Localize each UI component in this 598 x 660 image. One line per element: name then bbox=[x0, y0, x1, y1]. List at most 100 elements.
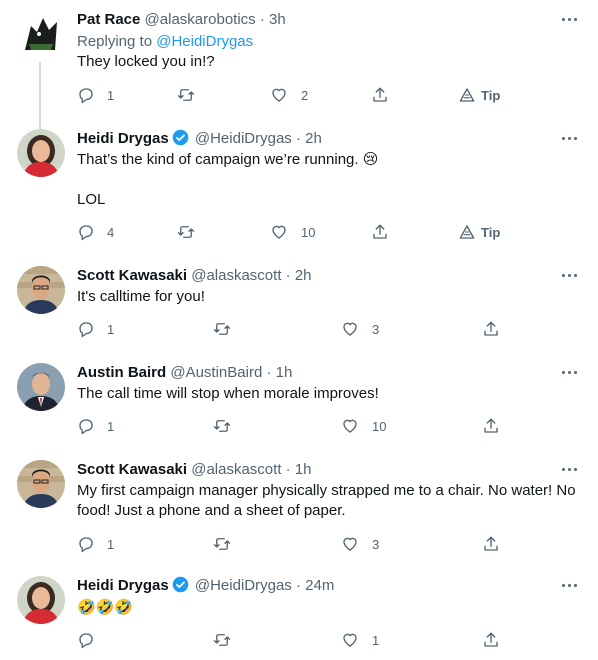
display-name[interactable]: Heidi Drygas bbox=[77, 130, 169, 147]
like-button[interactable]: 10 bbox=[269, 222, 315, 242]
avatar[interactable] bbox=[17, 266, 65, 314]
share-button[interactable] bbox=[482, 630, 500, 650]
more-options-icon[interactable] bbox=[562, 365, 580, 381]
reply-button[interactable]: 1 bbox=[77, 319, 114, 339]
retweet-icon bbox=[213, 538, 231, 550]
separator-dot: · bbox=[295, 130, 301, 147]
more-options-icon[interactable] bbox=[562, 578, 580, 594]
tweet[interactable]: Pat Race @alaskarobotics · 3h Replying t… bbox=[0, 10, 598, 142]
tweet[interactable]: Heidi Drygas @HeidiDrygas · 24m 🤣🤣🤣 1 bbox=[0, 576, 598, 660]
reply-count: 4 bbox=[107, 224, 115, 240]
reply-button[interactable] bbox=[77, 630, 107, 650]
display-name[interactable]: Heidi Drygas bbox=[77, 577, 169, 594]
user-handle[interactable]: @alaskascott bbox=[191, 461, 281, 478]
reply-count: 1 bbox=[107, 87, 115, 103]
like-button[interactable]: 10 bbox=[340, 416, 386, 436]
heart-icon bbox=[343, 322, 357, 336]
more-options-icon[interactable] bbox=[562, 268, 580, 284]
share-button[interactable] bbox=[482, 319, 500, 339]
display-name[interactable]: Austin Baird bbox=[77, 364, 166, 381]
like-count: 1 bbox=[372, 632, 380, 648]
tip-button[interactable]: Tip bbox=[459, 85, 500, 105]
like-button[interactable]: 1 bbox=[340, 630, 379, 650]
retweet-button[interactable] bbox=[212, 534, 244, 554]
avatar[interactable] bbox=[17, 10, 65, 58]
tweet-header: Heidi Drygas @HeidiDrygas · 2h bbox=[77, 129, 322, 149]
reply-icon bbox=[79, 633, 93, 649]
timestamp[interactable]: 1h bbox=[276, 364, 293, 381]
separator-dot: · bbox=[285, 461, 291, 478]
tip-icon bbox=[459, 225, 475, 239]
heart-icon bbox=[343, 537, 357, 551]
like-count: 3 bbox=[372, 321, 380, 337]
reply-icon bbox=[79, 225, 93, 241]
reply-count: 1 bbox=[107, 536, 115, 552]
replying-prefix: Replying to bbox=[77, 33, 157, 50]
verified-badge-icon bbox=[172, 129, 188, 146]
avatar[interactable] bbox=[17, 129, 65, 177]
tweet-header: Scott Kawasaki @alaskascott · 2h bbox=[77, 266, 312, 286]
retweet-button[interactable] bbox=[176, 85, 208, 105]
reply-button[interactable]: 1 bbox=[77, 534, 114, 554]
timestamp[interactable]: 1h bbox=[295, 461, 312, 478]
more-options-icon[interactable] bbox=[562, 12, 580, 28]
display-name[interactable]: Scott Kawasaki bbox=[77, 267, 187, 284]
reply-button[interactable]: 1 bbox=[77, 85, 114, 105]
tweet[interactable]: Austin Baird @AustinBaird · 1h The call … bbox=[0, 363, 598, 453]
tweet-text: My first campaign manager physically str… bbox=[77, 482, 580, 519]
more-options-icon[interactable] bbox=[562, 462, 580, 478]
timestamp[interactable]: 2h bbox=[295, 267, 312, 284]
separator-dot: · bbox=[285, 267, 291, 284]
timestamp[interactable]: 3h bbox=[269, 11, 286, 28]
retweet-icon bbox=[177, 226, 195, 238]
retweet-button[interactable] bbox=[212, 416, 244, 436]
retweet-icon bbox=[177, 89, 195, 101]
user-handle[interactable]: @HeidiDrygas bbox=[195, 130, 292, 147]
tweet-text: 🤣🤣🤣 bbox=[77, 598, 134, 616]
retweet-button[interactable] bbox=[212, 319, 244, 339]
retweet-icon bbox=[213, 323, 231, 335]
avatar[interactable] bbox=[17, 363, 65, 411]
reply-icon bbox=[79, 419, 93, 435]
retweet-icon bbox=[213, 634, 231, 646]
tweet-text: They locked you in!? bbox=[77, 53, 215, 70]
replying-to: Replying to @HeidiDrygas bbox=[77, 32, 253, 52]
display-name[interactable]: Scott Kawasaki bbox=[77, 461, 187, 478]
user-handle[interactable]: @HeidiDrygas bbox=[195, 577, 292, 594]
display-name[interactable]: Pat Race bbox=[77, 11, 140, 28]
share-icon bbox=[484, 632, 498, 647]
tweet-text: It's calltime for you! bbox=[77, 288, 205, 305]
tip-button[interactable]: Tip bbox=[459, 222, 500, 242]
timestamp[interactable]: 2h bbox=[305, 130, 322, 147]
more-options-icon[interactable] bbox=[562, 131, 580, 147]
tweet-header: Scott Kawasaki @alaskascott · 1h bbox=[77, 460, 312, 480]
tweet-header: Pat Race @alaskarobotics · 3h bbox=[77, 10, 286, 30]
like-button[interactable]: 3 bbox=[340, 319, 379, 339]
like-count: 10 bbox=[372, 418, 387, 434]
avatar[interactable] bbox=[17, 460, 65, 508]
share-button[interactable] bbox=[371, 222, 389, 242]
share-button[interactable] bbox=[482, 416, 500, 436]
tweet-thread: Pat Race @alaskarobotics · 3h Replying t… bbox=[0, 0, 598, 660]
heart-icon bbox=[272, 225, 286, 239]
timestamp[interactable]: 24m bbox=[305, 577, 334, 594]
avatar[interactable] bbox=[17, 576, 65, 624]
retweet-button[interactable] bbox=[176, 222, 208, 242]
tweet[interactable]: Scott Kawasaki @alaskascott · 2h It's ca… bbox=[0, 266, 598, 356]
share-icon bbox=[484, 321, 498, 336]
like-button[interactable]: 2 bbox=[269, 85, 308, 105]
tweet[interactable]: Heidi Drygas @HeidiDrygas · 2h That’s th… bbox=[0, 129, 598, 259]
reply-button[interactable]: 1 bbox=[77, 416, 114, 436]
retweet-button[interactable] bbox=[212, 630, 244, 650]
share-icon bbox=[373, 87, 387, 102]
user-handle[interactable]: @AustinBaird bbox=[170, 364, 262, 381]
share-button[interactable] bbox=[482, 534, 500, 554]
heart-icon bbox=[343, 633, 357, 647]
mention-link[interactable]: @HeidiDrygas bbox=[156, 33, 253, 50]
like-button[interactable]: 3 bbox=[340, 534, 379, 554]
share-button[interactable] bbox=[371, 85, 389, 105]
user-handle[interactable]: @alaskarobotics bbox=[145, 11, 256, 28]
reply-button[interactable]: 4 bbox=[77, 222, 114, 242]
user-handle[interactable]: @alaskascott bbox=[191, 267, 281, 284]
tweet[interactable]: Scott Kawasaki @alaskascott · 1h My firs… bbox=[0, 460, 598, 570]
